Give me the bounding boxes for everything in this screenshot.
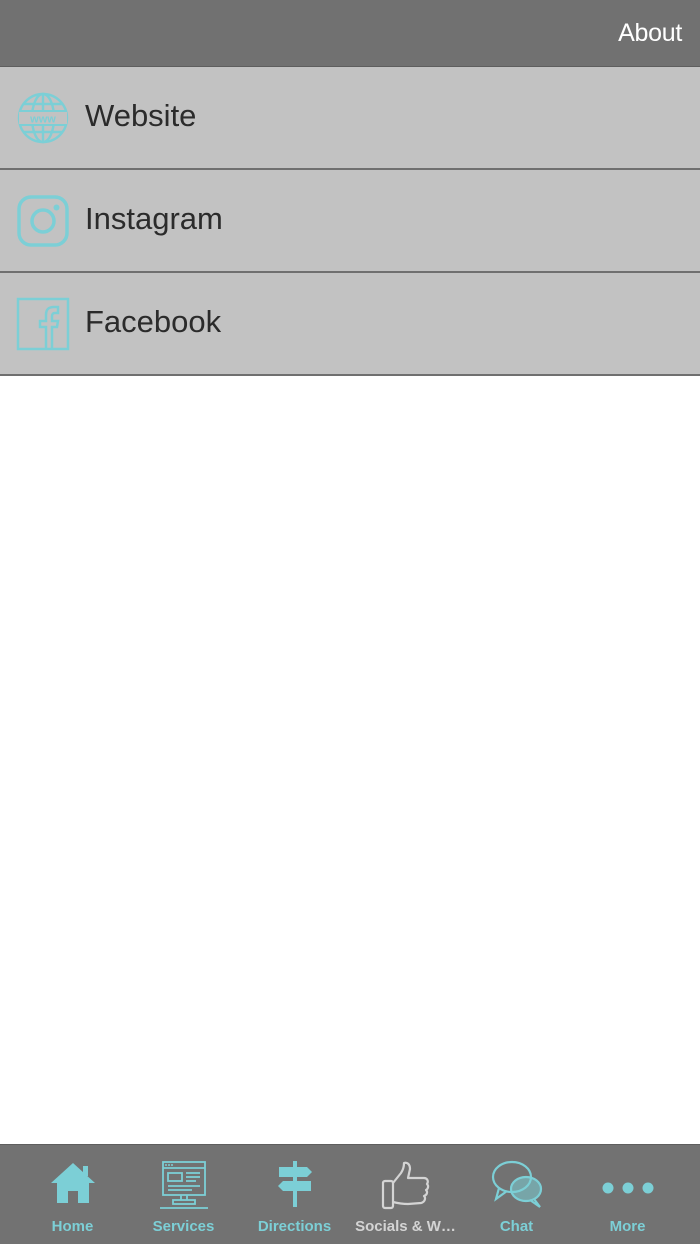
tab-label: Socials & W… [355,1218,456,1235]
links-list: www Website Instagram Facebook [0,67,700,376]
instagram-icon [17,195,69,247]
tab-chat[interactable]: Chat [461,1145,572,1244]
about-button[interactable]: About [618,19,682,48]
top-nav-bar: About [0,0,700,67]
list-item-label: Facebook [85,304,222,339]
tab-directions[interactable]: Directions [239,1145,350,1244]
chat-bubbles-icon [491,1160,542,1208]
facebook-icon [16,297,70,351]
tab-label: Chat [499,1218,534,1235]
more-dots-icon [602,1182,653,1194]
tab-label: More [609,1218,646,1235]
globe-www-icon: www [17,92,69,144]
home-icon [50,1163,95,1203]
bottom-tab-bar: Home Services Directions Socials & W… Ch… [0,1144,700,1244]
tab-more[interactable]: More [572,1145,683,1244]
list-item-label: Instagram [85,201,223,236]
thumbs-up-icon [381,1161,429,1210]
tab-label: Directions [257,1218,332,1235]
tab-services[interactable]: Services [128,1145,239,1244]
tab-socials[interactable]: Socials & W… [350,1145,461,1244]
tab-label: Services [152,1218,215,1235]
svg-text:www: www [29,114,56,126]
tab-home[interactable]: Home [17,1145,128,1244]
list-item-website[interactable]: www Website [0,67,700,170]
signpost-icon [277,1161,312,1207]
tab-label: Home [51,1218,94,1235]
list-item-label: Website [85,98,197,133]
list-item-facebook[interactable]: Facebook [0,273,700,376]
computer-icon [159,1161,208,1209]
list-item-instagram[interactable]: Instagram [0,170,700,273]
